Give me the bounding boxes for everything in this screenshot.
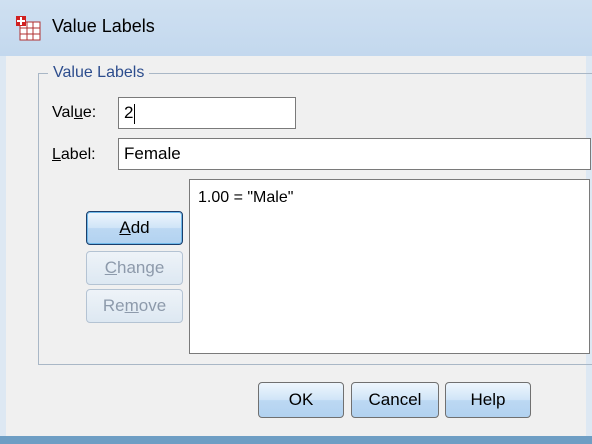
window-bottom-border — [0, 436, 592, 444]
help-button[interactable]: Help — [445, 382, 531, 418]
ok-button[interactable]: OK — [258, 382, 344, 418]
list-item[interactable]: 1.00 = "Male" — [198, 189, 293, 207]
value-input-text: 2 — [124, 103, 134, 122]
label-field-label: Label: — [52, 146, 96, 163]
title-bar[interactable]: Value Labels — [0, 0, 592, 56]
value-input[interactable]: 2 — [118, 97, 296, 129]
value-field-label: Value: — [52, 104, 97, 121]
remove-button[interactable]: Remove — [86, 289, 183, 323]
value-labels-dialog: Value Labels Value Labels Value: 2 Label… — [0, 0, 592, 444]
text-caret — [134, 103, 136, 124]
cancel-button[interactable]: Cancel — [351, 382, 439, 418]
change-button[interactable]: Change — [86, 251, 183, 285]
label-input-text: Female — [124, 144, 181, 163]
add-button[interactable]: Add — [86, 211, 183, 245]
value-labels-list[interactable]: 1.00 = "Male" — [189, 179, 590, 354]
groupbox-legend: Value Labels — [48, 64, 150, 82]
window-title: Value Labels — [52, 16, 155, 36]
label-input[interactable]: Female — [118, 138, 591, 170]
spss-value-labels-icon — [14, 14, 44, 42]
